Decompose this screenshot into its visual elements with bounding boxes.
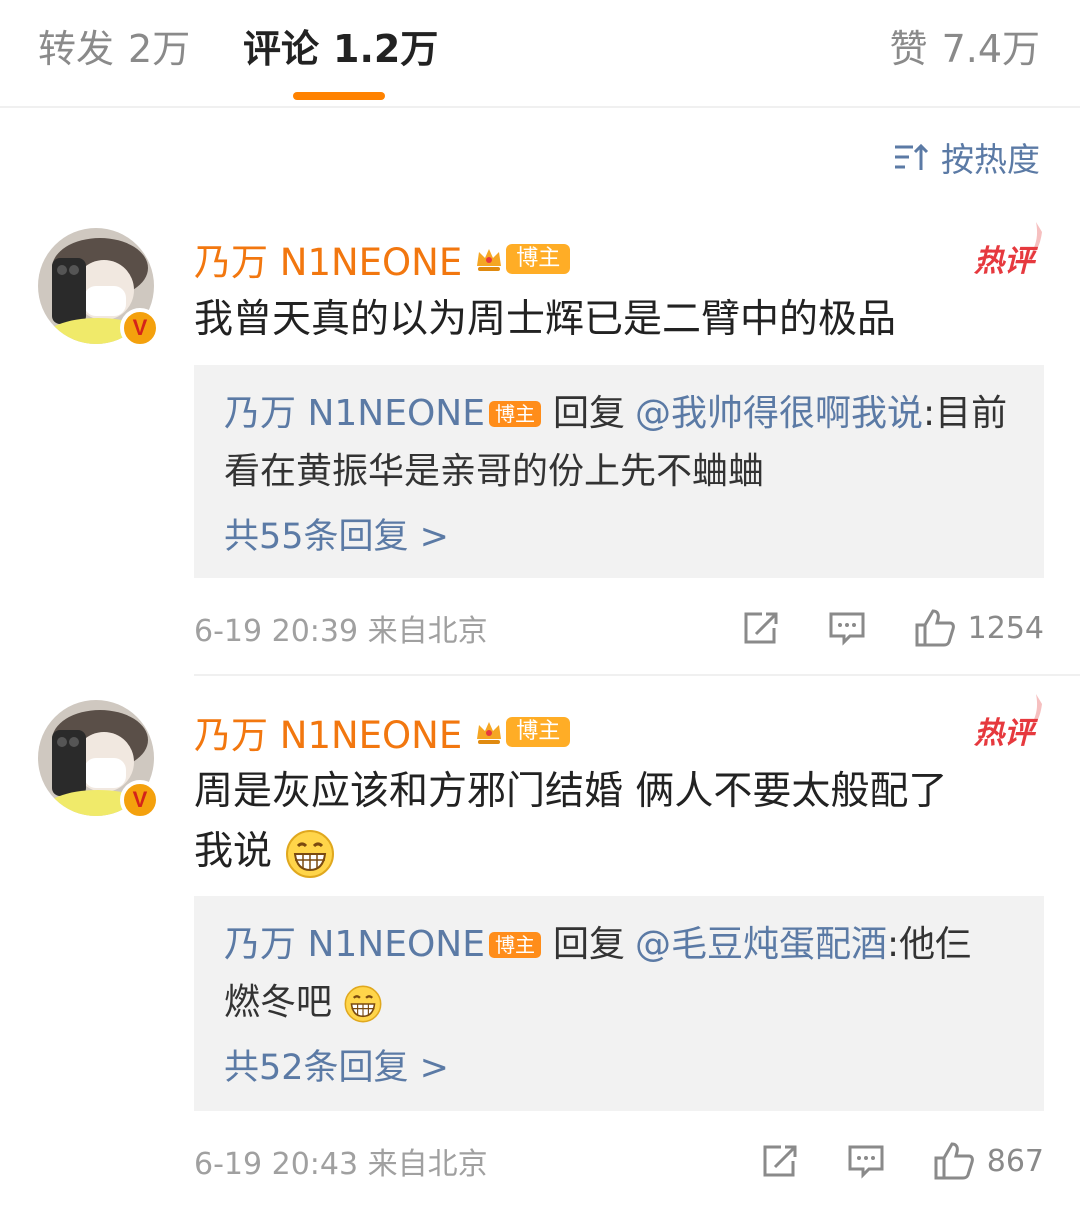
- avatar[interactable]: V: [38, 700, 160, 820]
- sort-label: 按热度: [941, 140, 1040, 179]
- comment-meta: 6-19 20:39 来自北京 1254: [194, 603, 1044, 653]
- like-count: 867: [986, 1143, 1044, 1179]
- author-name[interactable]: 乃万 N1NEONE: [194, 705, 462, 759]
- comment-text-line: 周是灰应该和方邪门结婚 俩人不要太般配了: [194, 769, 948, 814]
- share-icon: [763, 1145, 797, 1177]
- avatar[interactable]: V: [38, 228, 160, 348]
- tab-like-count: 7.4万: [941, 27, 1040, 71]
- active-tab-indicator: [293, 92, 385, 100]
- tab-bar: 转发 2万 评论 1.2万 赞 7.4万: [0, 0, 1080, 108]
- thumbs-up-icon: [934, 1142, 974, 1180]
- reply-author[interactable]: 乃万 N1NEONE: [224, 393, 485, 434]
- sort-icon: [895, 143, 929, 170]
- crown-icon: [477, 722, 502, 744]
- sort-button[interactable]: 按热度: [893, 134, 1040, 180]
- crown-icon: [477, 249, 502, 271]
- reply-author[interactable]: 乃万 N1NEONE: [224, 924, 485, 965]
- like-button[interactable]: 867: [933, 1141, 1044, 1181]
- view-all-replies-link[interactable]: 共52条回复 >: [224, 1038, 1014, 1098]
- reply-preview[interactable]: 乃万 N1NEONE 博主 回复 @毛豆炖蛋配酒:他仨燃冬吧 共52条回复 >: [194, 896, 1044, 1111]
- hot-comment-badge: 热评: [974, 716, 1034, 751]
- tab-repost[interactable]: 转发 2万: [38, 24, 190, 74]
- grin-emoji-icon: [345, 985, 382, 1023]
- verified-badge-icon: V: [120, 308, 160, 348]
- author-name[interactable]: 乃万 N1NEONE: [194, 232, 462, 286]
- reply-content: 燃冬吧: [224, 982, 333, 1023]
- comment-icon: [829, 612, 865, 646]
- tab-repost-count: 2万: [128, 27, 191, 71]
- tab-comment-count: 1.2万: [333, 27, 439, 71]
- reply-blogger-tag: 博主: [488, 932, 541, 958]
- tab-like[interactable]: 赞 7.4万: [890, 24, 1040, 74]
- grin-emoji-icon: [286, 829, 335, 878]
- reply-text: 乃万 N1NEONE 博主 回复 @我帅得很啊我说:目前看在黄振华是亲哥的份上先不蛐蛐: [224, 385, 1014, 501]
- blogger-tag: 博主: [506, 717, 571, 747]
- comment-text-line: 我说: [194, 829, 273, 874]
- like-count: 1254: [967, 610, 1044, 646]
- comment-icon: [848, 1145, 884, 1179]
- comment-time: 6-19 20:39: [194, 614, 359, 649]
- comment-location: 来自北京: [367, 1147, 488, 1182]
- comment-text: 周是灰应该和方邪门结婚 俩人不要太般配了 我说: [194, 762, 1044, 882]
- comment-time: 6-19 20:43: [194, 1147, 359, 1182]
- tab-like-label: 赞: [889, 27, 928, 71]
- reply-button[interactable]: [828, 610, 866, 646]
- like-button[interactable]: 1254: [914, 608, 1044, 648]
- reply-mention[interactable]: @毛豆炖蛋配酒: [635, 924, 887, 965]
- reply-mention[interactable]: @我帅得很啊我说: [635, 393, 923, 434]
- comment-meta: 6-19 20:43 来自北京 867: [194, 1136, 1044, 1186]
- tab-comment[interactable]: 评论 1.2万: [243, 24, 438, 74]
- hot-comment-badge: 热评: [974, 244, 1034, 279]
- author-row: 乃万 N1NEONE 博主: [194, 232, 571, 286]
- author-row: 乃万 N1NEONE 博主: [194, 705, 571, 759]
- verified-badge-icon: V: [120, 780, 160, 820]
- view-all-replies-link[interactable]: 共55条回复 >: [224, 507, 1014, 567]
- reply-text: 乃万 N1NEONE 博主 回复 @毛豆炖蛋配酒:他仨燃冬吧: [224, 916, 1014, 1032]
- reply-blogger-tag: 博主: [488, 401, 541, 427]
- share-button[interactable]: [742, 610, 780, 646]
- reply-word: 回复: [552, 924, 625, 965]
- divider: [194, 674, 1080, 676]
- blogger-tag: 博主: [506, 244, 571, 274]
- share-button[interactable]: [761, 1143, 799, 1179]
- reply-word: 回复: [552, 393, 625, 434]
- share-icon: [744, 612, 778, 644]
- comment-text: 我曾天真的以为周士辉已是二臂中的极品: [194, 297, 897, 342]
- thumbs-up-icon: [915, 609, 955, 647]
- reply-button[interactable]: [847, 1143, 885, 1179]
- tab-comment-label: 评论: [243, 27, 320, 71]
- comment-location: 来自北京: [367, 614, 488, 649]
- tab-repost-label: 转发: [38, 27, 115, 71]
- reply-content: :他仨: [887, 924, 972, 965]
- reply-preview[interactable]: 乃万 N1NEONE 博主 回复 @我帅得很啊我说:目前看在黄振华是亲哥的份上先不蛐蛐…: [194, 365, 1044, 578]
